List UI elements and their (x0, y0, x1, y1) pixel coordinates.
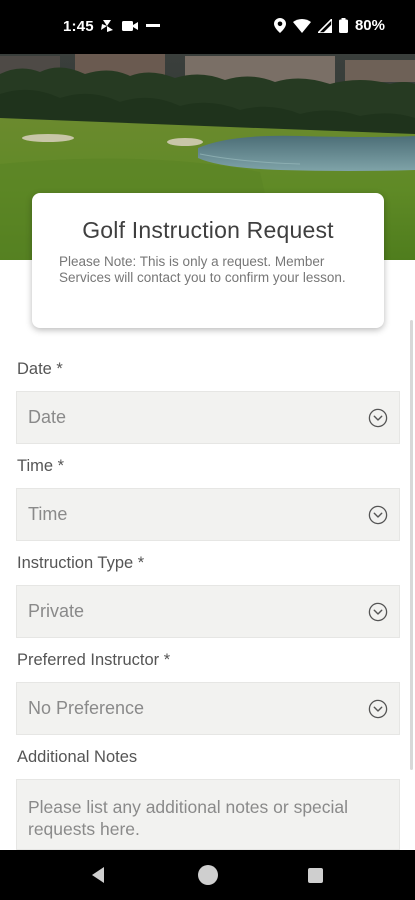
video-icon (122, 21, 138, 31)
cellular-icon (317, 18, 332, 33)
fan-icon (101, 20, 113, 32)
scrollbar[interactable] (410, 320, 413, 770)
chevron-down-circle-icon (368, 408, 388, 428)
navigation-bar (0, 850, 415, 900)
date-select[interactable]: Date (16, 391, 400, 444)
status-right-icons: 80% (273, 17, 385, 34)
status-time: 1:45 (63, 18, 94, 35)
signal-dots-icon (146, 24, 160, 27)
status-left-icons (100, 19, 160, 33)
status-bar: 1:45 80% (0, 0, 415, 54)
request-info-card: Golf Instruction Request Please Note: Th… (32, 193, 384, 328)
back-icon[interactable] (90, 866, 106, 884)
chevron-down-circle-icon (368, 505, 388, 525)
chevron-down-circle-icon (368, 699, 388, 719)
instruction-type-value: Private (28, 601, 85, 621)
location-icon (273, 18, 286, 33)
additional-notes-placeholder: Please list any additional notes or spec… (28, 797, 349, 839)
date-value: Date (28, 407, 67, 427)
wifi-icon (292, 18, 311, 33)
preferred-instructor-value: No Preference (28, 698, 145, 718)
preferred-instructor-label: Preferred Instructor * (17, 651, 171, 669)
battery-icon (338, 18, 348, 33)
request-note: Please Note: This is only a request. Mem… (59, 254, 346, 285)
instruction-type-select[interactable]: Private (16, 585, 400, 638)
battery-percentage: 80% (354, 17, 385, 34)
date-label: Date * (17, 360, 63, 378)
page-title: Golf Instruction Request (82, 217, 334, 243)
chevron-down-circle-icon (368, 602, 388, 622)
preferred-instructor-select[interactable]: No Preference (16, 682, 400, 735)
time-label: Time * (17, 457, 65, 475)
instruction-type-label: Instruction Type * (17, 554, 145, 572)
additional-notes-label: Additional Notes (17, 748, 138, 766)
home-icon[interactable] (198, 865, 218, 885)
recents-icon[interactable] (308, 868, 323, 883)
time-select[interactable]: Time (16, 488, 400, 541)
time-value: Time (28, 504, 68, 524)
additional-notes-textarea[interactable]: Please list any additional notes or spec… (16, 779, 400, 850)
